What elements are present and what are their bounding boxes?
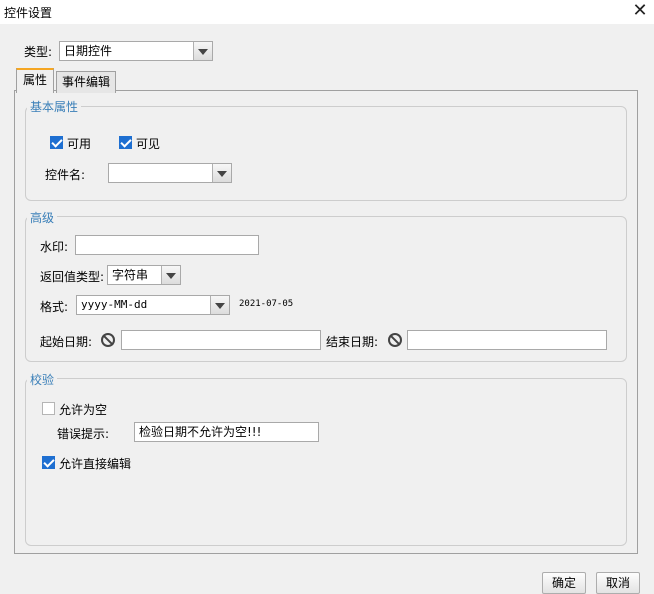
format-select[interactable]: yyyy-MM-dd [76, 295, 230, 315]
validation-group-title: 校验 [27, 371, 58, 388]
chevron-down-icon[interactable] [212, 164, 231, 182]
tab-properties[interactable]: 属性 [16, 68, 54, 93]
allow-empty-checkbox[interactable] [42, 402, 55, 415]
format-value: yyyy-MM-dd [81, 298, 148, 311]
visible-checkbox[interactable] [119, 136, 132, 149]
advanced-group-title: 高级 [27, 209, 58, 226]
allow-empty-label: 允许为空 [59, 403, 108, 417]
watermark-input[interactable] [75, 235, 259, 255]
enabled-label: 可用 [67, 137, 92, 151]
format-preview: 2021-07-05 [239, 299, 294, 309]
chevron-down-icon[interactable] [161, 266, 180, 284]
return-type-select[interactable]: 字符串 [107, 265, 181, 285]
return-type-label: 返回值类型: [40, 270, 105, 284]
type-label: 类型: [24, 45, 53, 59]
allow-direct-edit-label: 允许直接编辑 [59, 457, 132, 471]
end-date-input[interactable] [407, 330, 607, 350]
chevron-down-icon[interactable] [210, 296, 229, 314]
return-type-value: 字符串 [112, 268, 149, 282]
error-hint-label: 错误提示: [57, 427, 110, 441]
basic-group [25, 106, 627, 201]
ok-button[interactable]: 确定 [542, 572, 586, 594]
control-name-select[interactable] [108, 163, 232, 183]
control-name-label: 控件名: [45, 168, 86, 182]
watermark-label: 水印: [40, 240, 69, 254]
start-date-input[interactable] [121, 330, 321, 350]
chevron-down-icon[interactable] [193, 42, 212, 60]
start-date-label: 起始日期: [40, 335, 93, 349]
tab-event-edit[interactable]: 事件编辑 [56, 71, 116, 93]
visible-label: 可见 [136, 137, 161, 151]
error-hint-input[interactable]: 检验日期不允许为空!!! [134, 422, 319, 442]
enabled-checkbox[interactable] [50, 136, 63, 149]
clear-start-date-icon[interactable] [101, 333, 115, 347]
title-bar [0, 0, 654, 24]
type-select-value: 日期控件 [64, 44, 113, 58]
cancel-button[interactable]: 取消 [596, 572, 640, 594]
format-label: 格式: [40, 300, 69, 314]
basic-group-title: 基本属性 [27, 98, 82, 115]
end-date-label: 结束日期: [326, 335, 379, 349]
error-hint-value: 检验日期不允许为空!!! [139, 425, 262, 439]
allow-direct-edit-checkbox[interactable] [42, 456, 55, 469]
clear-end-date-icon[interactable] [388, 333, 402, 347]
type-select[interactable]: 日期控件 [59, 41, 213, 61]
close-icon[interactable]: ✕ [628, 0, 652, 22]
window-title: 控件设置 [4, 6, 53, 20]
